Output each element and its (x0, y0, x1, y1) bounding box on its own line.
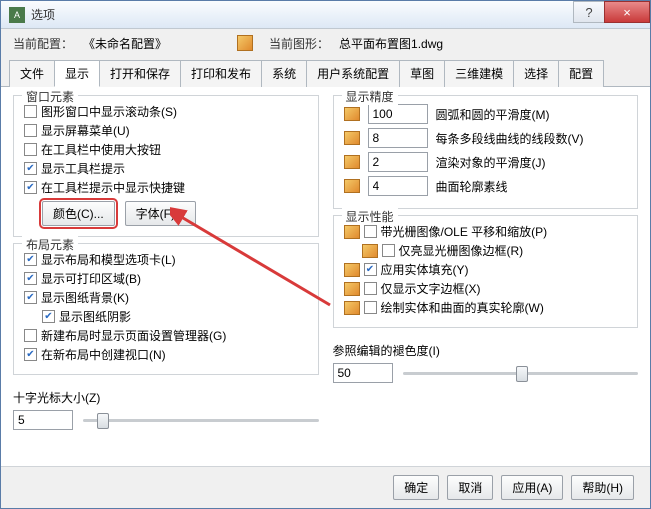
precision-label-3: 曲面轮廓素线 (436, 178, 508, 195)
group-display-precision: 显示精度 圆弧和圆的平滑度(M)每条多段线曲线的线段数(V)渲染对象的平滑度(J… (333, 95, 639, 209)
tab-3[interactable]: 打印和发布 (180, 60, 262, 87)
crosshair-input[interactable] (13, 410, 73, 430)
perf-checkbox-2[interactable] (364, 263, 377, 276)
tab-5[interactable]: 用户系统配置 (306, 60, 400, 87)
group-fade: 参照编辑的褪色度(I) (333, 334, 639, 393)
fade-input[interactable] (333, 363, 393, 383)
winElem-checkbox-2[interactable] (24, 143, 37, 156)
layout-label-1: 显示可打印区域(B) (41, 270, 141, 287)
precision-label-1: 每条多段线曲线的线段数(V) (436, 130, 584, 147)
winElem-checkbox-0[interactable] (24, 105, 37, 118)
tab-8[interactable]: 选择 (513, 60, 559, 87)
ok-button[interactable]: 确定 (393, 475, 439, 500)
fade-label: 参照编辑的褪色度(I) (333, 342, 639, 359)
dialog-footer: 确定 取消 应用(A) 帮助(H) (1, 466, 650, 508)
perf-label-1: 仅亮显光栅图像边框(R) (399, 242, 524, 259)
layout-checkbox-2[interactable] (24, 291, 37, 304)
layer-icon (362, 244, 378, 258)
crosshair-label: 十字光标大小(Z) (13, 389, 319, 406)
tab-0[interactable]: 文件 (9, 60, 55, 87)
winElem-checkbox-3[interactable] (24, 162, 37, 175)
perf-label-2: 应用实体填充(Y) (381, 261, 469, 278)
layout-label-2: 显示图纸背景(K) (41, 289, 129, 306)
group-title: 窗口元素 (22, 88, 78, 105)
winElem-label-2: 在工具栏中使用大按钮 (41, 141, 161, 158)
tabstrip: 文件显示打开和保存打印和发布系统用户系统配置草图三维建模选择配置 (1, 59, 650, 87)
layout-checkbox-3[interactable] (42, 310, 55, 323)
colors-button[interactable]: 颜色(C)... (42, 201, 115, 226)
current-config-value: 《未命名配置》 (83, 35, 167, 52)
winElem-label-0: 图形窗口中显示滚动条(S) (41, 103, 177, 120)
layout-checkbox-5[interactable] (24, 348, 37, 361)
perf-checkbox-0[interactable] (364, 225, 377, 238)
layout-label-0: 显示布局和模型选项卡(L) (41, 251, 176, 268)
perf-checkbox-1[interactable] (382, 244, 395, 257)
perf-label-3: 仅显示文字边框(X) (381, 280, 481, 297)
layer-icon (344, 263, 360, 277)
winElem-label-1: 显示屏幕菜单(U) (41, 122, 130, 139)
options-dialog: A 选项 ? × 当前配置： 《未命名配置》 当前图形： 总平面布置图1.dwg… (0, 0, 651, 509)
cancel-button[interactable]: 取消 (447, 475, 493, 500)
close-button[interactable]: × (604, 1, 650, 23)
precision-input-2[interactable] (368, 152, 428, 172)
tab-body: 窗口元素 图形窗口中显示滚动条(S) 显示屏幕菜单(U) 在工具栏中使用大按钮显示工… (1, 87, 650, 466)
layout-checkbox-4[interactable] (24, 329, 37, 342)
tab-2[interactable]: 打开和保存 (99, 60, 181, 87)
drawing-icon (237, 35, 253, 51)
winElem-label-4: 在工具栏提示中显示快捷键 (41, 179, 185, 196)
winElem-label-3: 显示工具栏提示 (41, 160, 125, 177)
current-drawing-value: 总平面布置图1.dwg (339, 35, 443, 52)
help-footer-button[interactable]: 帮助(H) (571, 475, 634, 500)
group-title: 显示精度 (342, 88, 398, 105)
layer-icon (344, 131, 360, 145)
perf-checkbox-3[interactable] (364, 282, 377, 295)
layout-checkbox-0[interactable] (24, 253, 37, 266)
group-title: 布局元素 (22, 236, 78, 253)
perf-label-0: 带光栅图像/OLE 平移和缩放(P) (381, 223, 548, 240)
group-crosshair: 十字光标大小(Z) (13, 381, 319, 440)
layout-label-4: 新建布局时显示页面设置管理器(G) (41, 327, 226, 344)
winElem-checkbox-4[interactable] (24, 181, 37, 194)
titlebar: A 选项 ? × (1, 1, 650, 29)
precision-input-3[interactable] (368, 176, 428, 196)
help-button[interactable]: ? (573, 1, 605, 23)
layer-icon (344, 282, 360, 296)
tab-1[interactable]: 显示 (54, 60, 100, 87)
app-icon: A (9, 7, 25, 23)
winElem-checkbox-1[interactable] (24, 124, 37, 137)
layout-label-3: 显示图纸阴影 (59, 308, 131, 325)
group-window-elements: 窗口元素 图形窗口中显示滚动条(S)显示屏幕菜单(U)在工具栏中使用大按钮显示工… (13, 95, 319, 237)
crosshair-slider[interactable] (83, 410, 319, 430)
layer-icon (344, 225, 360, 239)
tab-7[interactable]: 三维建模 (444, 60, 514, 87)
current-config-label: 当前配置： (13, 35, 73, 52)
perf-label-4: 绘制实体和曲面的真实轮廓(W) (381, 299, 544, 316)
header-row: 当前配置： 《未命名配置》 当前图形： 总平面布置图1.dwg (1, 29, 650, 57)
current-drawing-label: 当前图形： (269, 35, 329, 52)
precision-input-0[interactable] (368, 104, 428, 124)
tab-6[interactable]: 草图 (399, 60, 445, 87)
precision-label-2: 渲染对象的平滑度(J) (436, 154, 546, 171)
window-title: 选项 (31, 6, 574, 23)
layout-checkbox-1[interactable] (24, 272, 37, 285)
layout-label-5: 在新布局中创建视口(N) (41, 346, 166, 363)
fonts-button[interactable]: 字体(F)... (125, 201, 196, 226)
group-layout-elements: 布局元素 显示布局和模型选项卡(L)显示可打印区域(B)显示图纸背景(K)显示图… (13, 243, 319, 375)
tab-4[interactable]: 系统 (261, 60, 307, 87)
precision-input-1[interactable] (368, 128, 428, 148)
precision-label-0: 圆弧和圆的平滑度(M) (436, 106, 550, 123)
layer-icon (344, 301, 360, 315)
layer-icon (344, 107, 360, 121)
group-title: 显示性能 (342, 208, 398, 225)
fade-slider[interactable] (403, 363, 639, 383)
apply-button[interactable]: 应用(A) (501, 475, 563, 500)
perf-checkbox-4[interactable] (364, 301, 377, 314)
tab-9[interactable]: 配置 (558, 60, 604, 87)
layer-icon (344, 179, 360, 193)
layer-icon (344, 155, 360, 169)
group-display-performance: 显示性能 带光栅图像/OLE 平移和缩放(P)仅亮显光栅图像边框(R)应用实体填… (333, 215, 639, 328)
